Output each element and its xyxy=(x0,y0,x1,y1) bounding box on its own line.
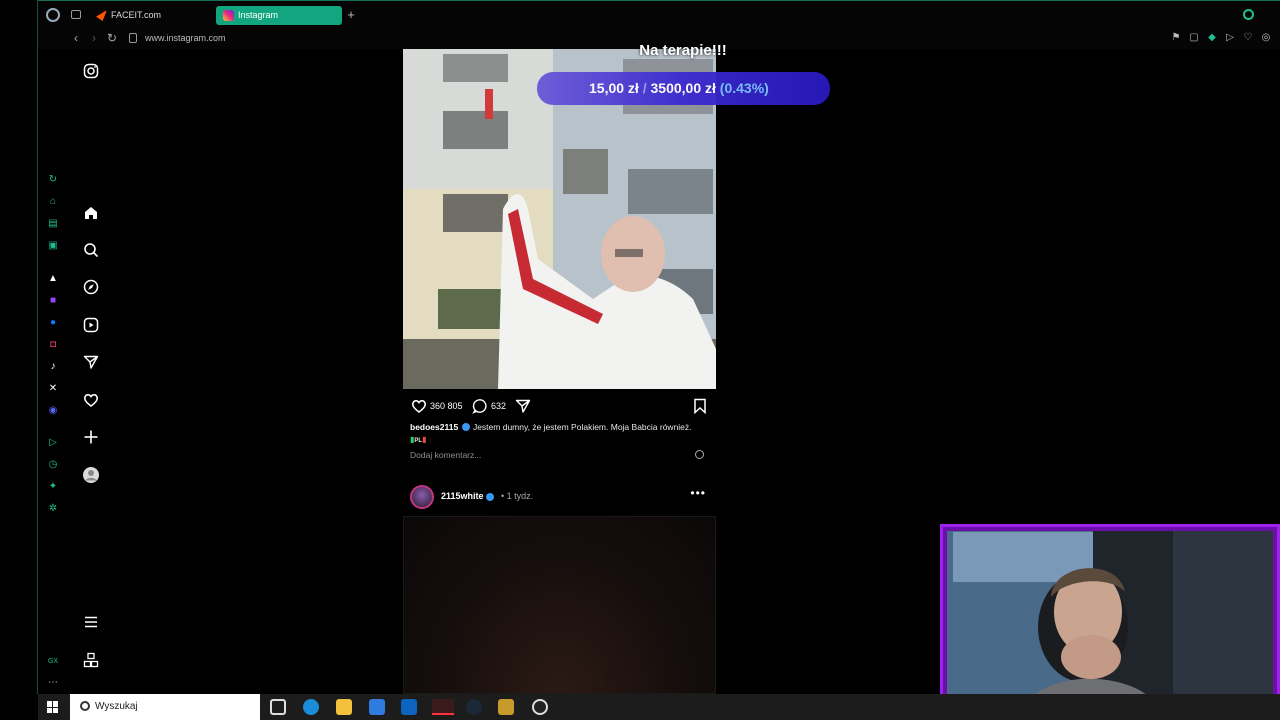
instagram-logo-icon[interactable] xyxy=(81,63,101,83)
url-field[interactable]: www.instagram.com xyxy=(145,31,226,45)
menu-hamburger-icon[interactable] xyxy=(81,614,101,634)
extensions-icon[interactable]: ✦ xyxy=(47,481,59,493)
post-username[interactable]: 2115white xyxy=(441,491,484,501)
donation-goal: 3500,00 zł xyxy=(650,80,716,96)
adblock-shield-icon[interactable]: ◆ xyxy=(1206,31,1218,45)
messenger-icon[interactable]: ● xyxy=(47,317,59,329)
taskbar-search-box[interactable]: Wyszukaj xyxy=(70,694,260,720)
x-icon[interactable]: ✕ xyxy=(47,383,59,395)
donation-separator: / xyxy=(642,80,647,96)
gx-cleaner-icon[interactable]: ▤ xyxy=(47,218,59,230)
webcam-overlay xyxy=(940,524,1280,717)
tab-instagram[interactable]: Instagram xyxy=(216,6,342,25)
forward-arrow-icon[interactable]: › xyxy=(86,30,102,46)
comment-icon[interactable] xyxy=(472,398,488,414)
avatar[interactable] xyxy=(410,485,434,509)
opera-sidebar: ↻ ⌂ ▤ ▣ ▲ ■ ● ◘ ♪ ✕ ◉ ▷ ◷ ✦ ✲ GX ⋯ xyxy=(38,49,68,694)
opera-logo-icon[interactable] xyxy=(46,8,60,22)
obs-studio-icon[interactable] xyxy=(532,699,548,715)
history-icon[interactable]: ◷ xyxy=(47,459,59,471)
home-icon[interactable] xyxy=(81,205,101,225)
like-heart-icon[interactable] xyxy=(411,398,427,414)
screen: FACEIT.com Instagram + ‹ › ↻ www.instagr… xyxy=(0,0,1280,720)
taskbar-search-placeholder: Wyszukaj xyxy=(95,701,138,712)
caption-text: Jestem dumny, że jestem Polakiem. Moja B… xyxy=(472,422,692,432)
gx-control-icon[interactable]: ↻ xyxy=(47,174,59,186)
tab-label: FACEIT.com xyxy=(111,10,162,20)
player-icon[interactable]: ▷ xyxy=(47,437,59,449)
window-left-margin xyxy=(0,0,38,694)
task-view-icon[interactable] xyxy=(270,699,286,715)
donation-percent: (0.43%) xyxy=(719,80,769,96)
share-icon[interactable] xyxy=(515,398,531,414)
microsoft-store-icon[interactable] xyxy=(369,699,385,715)
webcam-frame xyxy=(943,527,1277,714)
steam-icon[interactable] xyxy=(466,699,482,715)
save-bookmark-icon[interactable] xyxy=(692,398,708,414)
post-caption: bedoes2115 Jestem dumny, że jestem Polak… xyxy=(410,421,710,447)
caption-username[interactable]: bedoes2115 xyxy=(410,422,458,432)
tab-bar: FACEIT.com Instagram + xyxy=(38,0,1280,28)
direct-messages-icon[interactable] xyxy=(81,354,101,374)
add-comment-input[interactable]: Dodaj komentarz... xyxy=(410,450,481,461)
post-actions: 360 805 632 xyxy=(403,395,716,417)
account-icon[interactable]: ◎ xyxy=(1260,31,1272,45)
instagram-sidebar-icon[interactable]: ◘ xyxy=(47,339,59,351)
twitch-icon[interactable]: ■ xyxy=(47,295,59,307)
explore-compass-icon[interactable] xyxy=(81,279,101,299)
address-bar-actions: ⚑ ▢ ◆ ▷ ♡ ◎ xyxy=(1170,31,1272,45)
bookmark-pin-icon[interactable]: ⚑ xyxy=(1170,31,1182,45)
discord-icon[interactable]: ◉ xyxy=(47,405,59,417)
gx-mods-icon[interactable]: ▣ xyxy=(47,240,59,252)
verified-badge-icon xyxy=(486,493,494,501)
post-header: 2115white • 1 tydz. ••• xyxy=(403,483,716,511)
edge-browser-icon[interactable] xyxy=(303,699,319,715)
verified-badge-icon xyxy=(461,423,470,431)
post-image[interactable] xyxy=(403,516,716,694)
emoji-icon[interactable] xyxy=(695,450,704,459)
back-arrow-icon[interactable]: ‹ xyxy=(68,30,84,46)
lock-icon xyxy=(129,33,137,43)
tab-label: Instagram xyxy=(238,10,279,20)
more-dots-icon[interactable]: ⋯ xyxy=(47,677,59,689)
opera-gx-taskbar-icon[interactable] xyxy=(432,699,454,715)
more-options-icon[interactable]: ••• xyxy=(690,486,706,500)
instagram-favicon-icon xyxy=(223,10,234,21)
profile-avatar-icon[interactable] xyxy=(81,466,101,486)
comment-count[interactable]: 632 xyxy=(491,396,506,416)
reload-icon[interactable]: ↻ xyxy=(104,30,120,46)
like-count[interactable]: 360 805 xyxy=(430,396,463,416)
search-icon[interactable] xyxy=(1243,9,1254,20)
tab-faceit[interactable]: FACEIT.com xyxy=(89,6,215,25)
search-nav-icon[interactable] xyxy=(81,242,101,262)
threads-apps-icon[interactable] xyxy=(81,652,101,672)
donation-goal-title: Na terapie!!! xyxy=(639,42,727,59)
play-icon[interactable]: ▷ xyxy=(1224,31,1236,45)
faceit-favicon-icon xyxy=(96,10,107,21)
post-time: • 1 tydz. xyxy=(501,491,534,501)
tab-overview-icon[interactable] xyxy=(71,10,81,19)
reels-icon[interactable] xyxy=(81,317,101,337)
settings-gear-icon[interactable]: ✲ xyxy=(47,503,59,515)
search-icon xyxy=(80,701,90,711)
instagram-sidebar xyxy=(68,49,114,694)
donation-current: 15,00 zł xyxy=(589,80,639,96)
file-explorer-icon[interactable] xyxy=(336,699,352,715)
game-launcher-icon[interactable] xyxy=(498,699,514,715)
tiktok-icon[interactable]: ♪ xyxy=(47,361,59,373)
gx-corner-icon[interactable]: ⌂ xyxy=(47,196,59,208)
heart-icon[interactable]: ♡ xyxy=(1242,31,1254,45)
snapshot-icon[interactable]: ▢ xyxy=(1188,31,1200,45)
windows-taskbar: Wyszukaj xyxy=(38,694,1280,720)
gx-label: GX xyxy=(47,658,59,665)
create-plus-icon[interactable] xyxy=(81,429,101,449)
aria-icon[interactable]: ▲ xyxy=(47,273,59,285)
caption-flag-text: PL xyxy=(414,438,423,444)
donation-goal-bar: 15,00 zł / 3500,00 zł (0.43%) xyxy=(537,72,830,105)
windows-start-icon[interactable] xyxy=(47,701,59,713)
notifications-heart-icon[interactable] xyxy=(81,392,101,412)
outlook-mail-icon[interactable] xyxy=(401,699,417,715)
new-tab-plus-icon[interactable]: + xyxy=(344,8,358,22)
flag-emoji-icon: ▮ xyxy=(422,435,427,444)
